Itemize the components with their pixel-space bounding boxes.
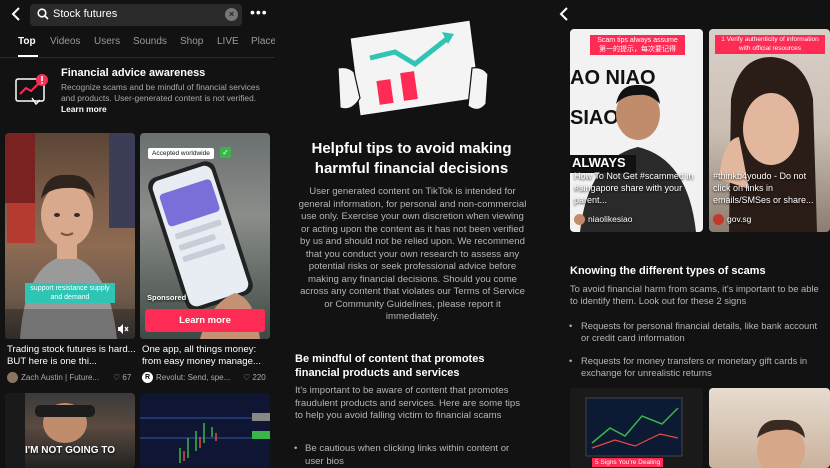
avatar[interactable]	[574, 214, 585, 225]
person-illustration	[757, 419, 805, 468]
caption-line: Scam tips always assume	[597, 37, 678, 44]
checkmark-icon: ✓	[220, 147, 231, 158]
products-body: It's important to be aware of content th…	[295, 385, 521, 421]
video-author[interactable]: niaolikesiao	[588, 214, 632, 224]
tab-top[interactable]: Top	[18, 36, 36, 47]
revolut-avatar[interactable]: R	[142, 372, 153, 383]
tab-places[interactable]: Place	[251, 36, 275, 47]
video-thumbnail[interactable]: Accepted worldwide ✓ Sponsored Learn mor…	[140, 133, 270, 339]
caption-line-cn: 第一的提示，每次要记得	[599, 46, 676, 53]
more-options-icon[interactable]: •••	[250, 4, 268, 20]
video-card[interactable]	[709, 388, 830, 468]
video-card[interactable]: AO NIAO SIAO LIK Scam tips always assume…	[570, 29, 703, 232]
tab-videos[interactable]: Videos	[50, 36, 80, 47]
financial-tips-panel: Helpful tips to avoid making harmful fin…	[275, 0, 548, 468]
video-overlay-text: ALWAYS	[572, 155, 626, 170]
video-thumbnail[interactable]: 5 Signs You're Dealing	[570, 388, 703, 468]
video-author[interactable]: Zach Austin | Future...	[21, 373, 99, 382]
video-card[interactable]: I'M NOT GOING TO	[5, 393, 135, 468]
accepted-badge: Accepted worldwide	[148, 148, 214, 159]
scam-types-body: To avoid financial harm from scams, it's…	[570, 283, 819, 307]
financial-chart-illustration	[337, 19, 489, 117]
video-thumbnail[interactable]	[709, 388, 830, 468]
back-arrow-icon[interactable]	[10, 6, 22, 25]
video-author[interactable]: gov.sg	[727, 214, 751, 224]
video-card[interactable]	[140, 393, 270, 468]
accepted-badge-text: Accepted worldwide	[152, 150, 210, 157]
video-overlay-text: 5 Signs You're Dealing	[592, 458, 664, 467]
video-author[interactable]: Revolut: Send, spe...	[156, 373, 230, 382]
video-caption-label: 1 Verify authenticity of information wit…	[715, 35, 825, 54]
video-caption-label: support resistance supply and demand	[25, 283, 115, 303]
stock-chart-icon	[140, 413, 270, 463]
video-card[interactable]: 5 Signs You're Dealing	[570, 388, 703, 468]
video-caption-label: Scam tips always assume 第一的提示，每次要记得	[590, 35, 685, 55]
learn-more-link[interactable]: Learn more	[61, 104, 107, 114]
scam-sign-bullet: Requests for money transfers or monetary…	[569, 355, 819, 380]
tip-bullet: Be cautious when clicking links within c…	[294, 443, 530, 468]
video-card[interactable]: 1 Verify authenticity of information wit…	[709, 29, 830, 232]
video-thumbnail[interactable]: I'M NOT GOING TO	[5, 393, 135, 468]
search-results-panel: Stock futures × ••• Top Videos Users Sou…	[0, 0, 275, 468]
financial-advice-banner[interactable]: Financial advice awareness Recognize sca…	[10, 64, 272, 124]
tab-users[interactable]: Users	[94, 36, 120, 47]
avatar[interactable]	[7, 372, 18, 383]
search-icon	[37, 8, 49, 20]
video-title[interactable]: Trading stock futures is hard... BUT her…	[7, 344, 135, 368]
back-arrow-icon[interactable]	[558, 6, 570, 25]
tips-body: User generated content on TikTok is inte…	[298, 186, 527, 322]
advice-text: Recognize scams and be mindful of financ…	[61, 82, 260, 103]
video-card[interactable]: support resistance supply and demand Tra…	[5, 133, 135, 388]
trading-screen-illustration	[585, 397, 683, 457]
video-title[interactable]: One app, all things money: from easy mon…	[142, 344, 270, 368]
like-count: ♡ 220	[243, 373, 266, 382]
advice-body: Recognize scams and be mindful of financ…	[61, 82, 266, 115]
mute-icon[interactable]	[117, 321, 129, 339]
tab-live[interactable]: LIVE	[217, 36, 239, 47]
like-count: ♡ 67	[113, 373, 132, 382]
sponsored-video-card[interactable]: Accepted worldwide ✓ Sponsored Learn mor…	[140, 133, 270, 388]
scam-types-panel: AO NIAO SIAO LIK Scam tips always assume…	[548, 0, 830, 468]
gov-avatar[interactable]	[713, 214, 724, 225]
scam-types-title: Knowing the different types of scams	[570, 265, 766, 277]
tab-sounds[interactable]: Sounds	[133, 36, 167, 47]
video-thumbnail[interactable]: support resistance supply and demand	[5, 133, 135, 339]
video-thumbnail[interactable]: 1 Verify authenticity of information wit…	[709, 29, 830, 232]
advice-title: Financial advice awareness	[61, 67, 206, 79]
search-tabs: Top Videos Users Sounds Shop LIVE Place	[0, 36, 275, 56]
video-thumbnail[interactable]	[140, 393, 270, 468]
video-title[interactable]: How To Not Get #scammed in #singapore sh…	[574, 170, 699, 206]
sponsored-label: Sponsored	[147, 293, 187, 302]
video-overlay-text: I'M NOT GOING TO	[25, 445, 115, 456]
like-count-value: 220	[252, 373, 266, 382]
scam-sign-bullet: Requests for personal financial details,…	[569, 320, 819, 345]
financial-warning-icon	[15, 74, 48, 106]
search-query[interactable]: Stock futures	[53, 8, 117, 20]
tab-shop[interactable]: Shop	[180, 36, 203, 47]
person-illustration	[5, 133, 135, 339]
search-input[interactable]: Stock futures ×	[30, 4, 242, 26]
clear-search-icon[interactable]: ×	[225, 8, 238, 21]
divider	[0, 57, 275, 58]
tips-title: Helpful tips to avoid making harmful fin…	[311, 140, 512, 177]
like-count-value: 67	[122, 373, 132, 382]
video-title[interactable]: #thinkb4youdo - Do not click on links in…	[713, 170, 826, 206]
video-thumbnail[interactable]: AO NIAO SIAO LIK Scam tips always assume…	[570, 29, 703, 232]
learn-more-button[interactable]: Learn more	[145, 309, 265, 332]
products-subtitle: Be mindful of content that promotes fina…	[295, 353, 485, 379]
